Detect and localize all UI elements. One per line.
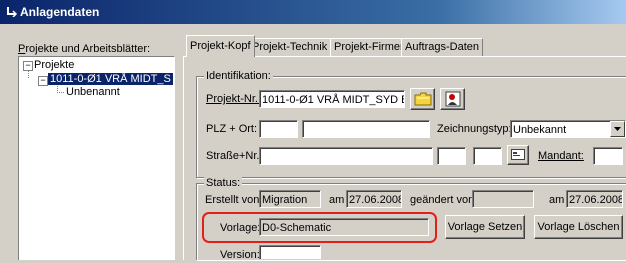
identifikation-legend: Identifikation: [204,70,273,82]
app-icon [7,7,18,17]
folder-icon [414,92,431,106]
mandant-field[interactable] [593,147,623,165]
hausnr-field[interactable] [437,147,466,165]
card-icon [511,149,525,160]
chevron-down-icon [614,127,621,131]
address-card-button[interactable] [507,145,529,165]
status-legend: Status: [204,177,243,189]
window-title: Anlagendaten [20,5,100,19]
tab-auftrags-daten[interactable]: Auftrags-Daten [401,38,483,56]
window-titlebar: Anlagendaten [0,0,626,24]
tree-line [57,86,64,93]
collapse-icon[interactable]: − [23,61,33,71]
strasse-field[interactable] [259,147,433,165]
dropdown-button[interactable] [610,121,625,137]
geaendert-label: geändert von: [410,194,478,206]
tab-projekt-technik[interactable]: Projekt-Technik [248,38,332,56]
projekt-label: Projekt-Nr.: [206,93,262,105]
zeichnungstyp-value: Unbekannt [513,124,567,136]
project-tree[interactable]: − Projekte − 1011-0-Ø1 VRÅ MIDT_S Unbena… [18,56,175,260]
zusatz-field[interactable] [473,147,502,165]
plz-ort-label: PLZ + Ort: [206,123,258,135]
projekt-nr-field[interactable]: 1011-0-Ø1 VRÅ MIDT_SYD BY [259,90,405,108]
am-label: am [329,194,345,206]
tree-heading: Projekte und Arbeitsblätter: [18,43,151,55]
folder-button[interactable] [410,88,435,110]
tree-root[interactable]: Projekte [34,58,74,72]
geaendert-date-field: 27.06.2008 [566,190,623,208]
vorlage-field: D0-Schematic [259,218,429,236]
erstellt-label: Erstellt von: [205,194,263,206]
tab-projekt-firmen[interactable]: Projekt-Firmen [330,38,411,56]
erstellt-von-field: Migration [259,190,321,208]
tab-projekt-kopf[interactable]: Projekt-Kopf [186,35,255,57]
version-field[interactable] [259,245,321,259]
tree-item[interactable]: Unbenannt [66,85,120,99]
geaendert-von-field [472,190,534,208]
tree-item-selected[interactable]: 1011-0-Ø1 VRÅ MIDT_S [48,73,173,85]
version-label: Version: [220,249,260,261]
vorlage-label: Vorlage: [220,222,261,234]
zeichnungstyp-select[interactable]: Unbekannt [510,120,626,138]
vorlage-loeschen-button[interactable]: Vorlage Löschen [534,215,623,239]
tree-line [28,71,30,78]
collapse-icon[interactable]: − [38,76,48,86]
zeichnungstyp-label: Zeichnungstyp: [437,123,512,135]
mandant-label: Mandant: [538,150,584,162]
user-lookup-button[interactable] [440,88,465,110]
strasse-label: Straße+Nr.: [206,150,263,162]
plz-field[interactable] [259,120,298,138]
user-icon [445,91,460,107]
am2-label: am [549,194,565,206]
vorlage-setzen-button[interactable]: Vorlage Setzen [445,215,525,239]
ort-field[interactable] [302,120,430,138]
erstellt-date-field: 27.06.2008 [346,190,402,208]
